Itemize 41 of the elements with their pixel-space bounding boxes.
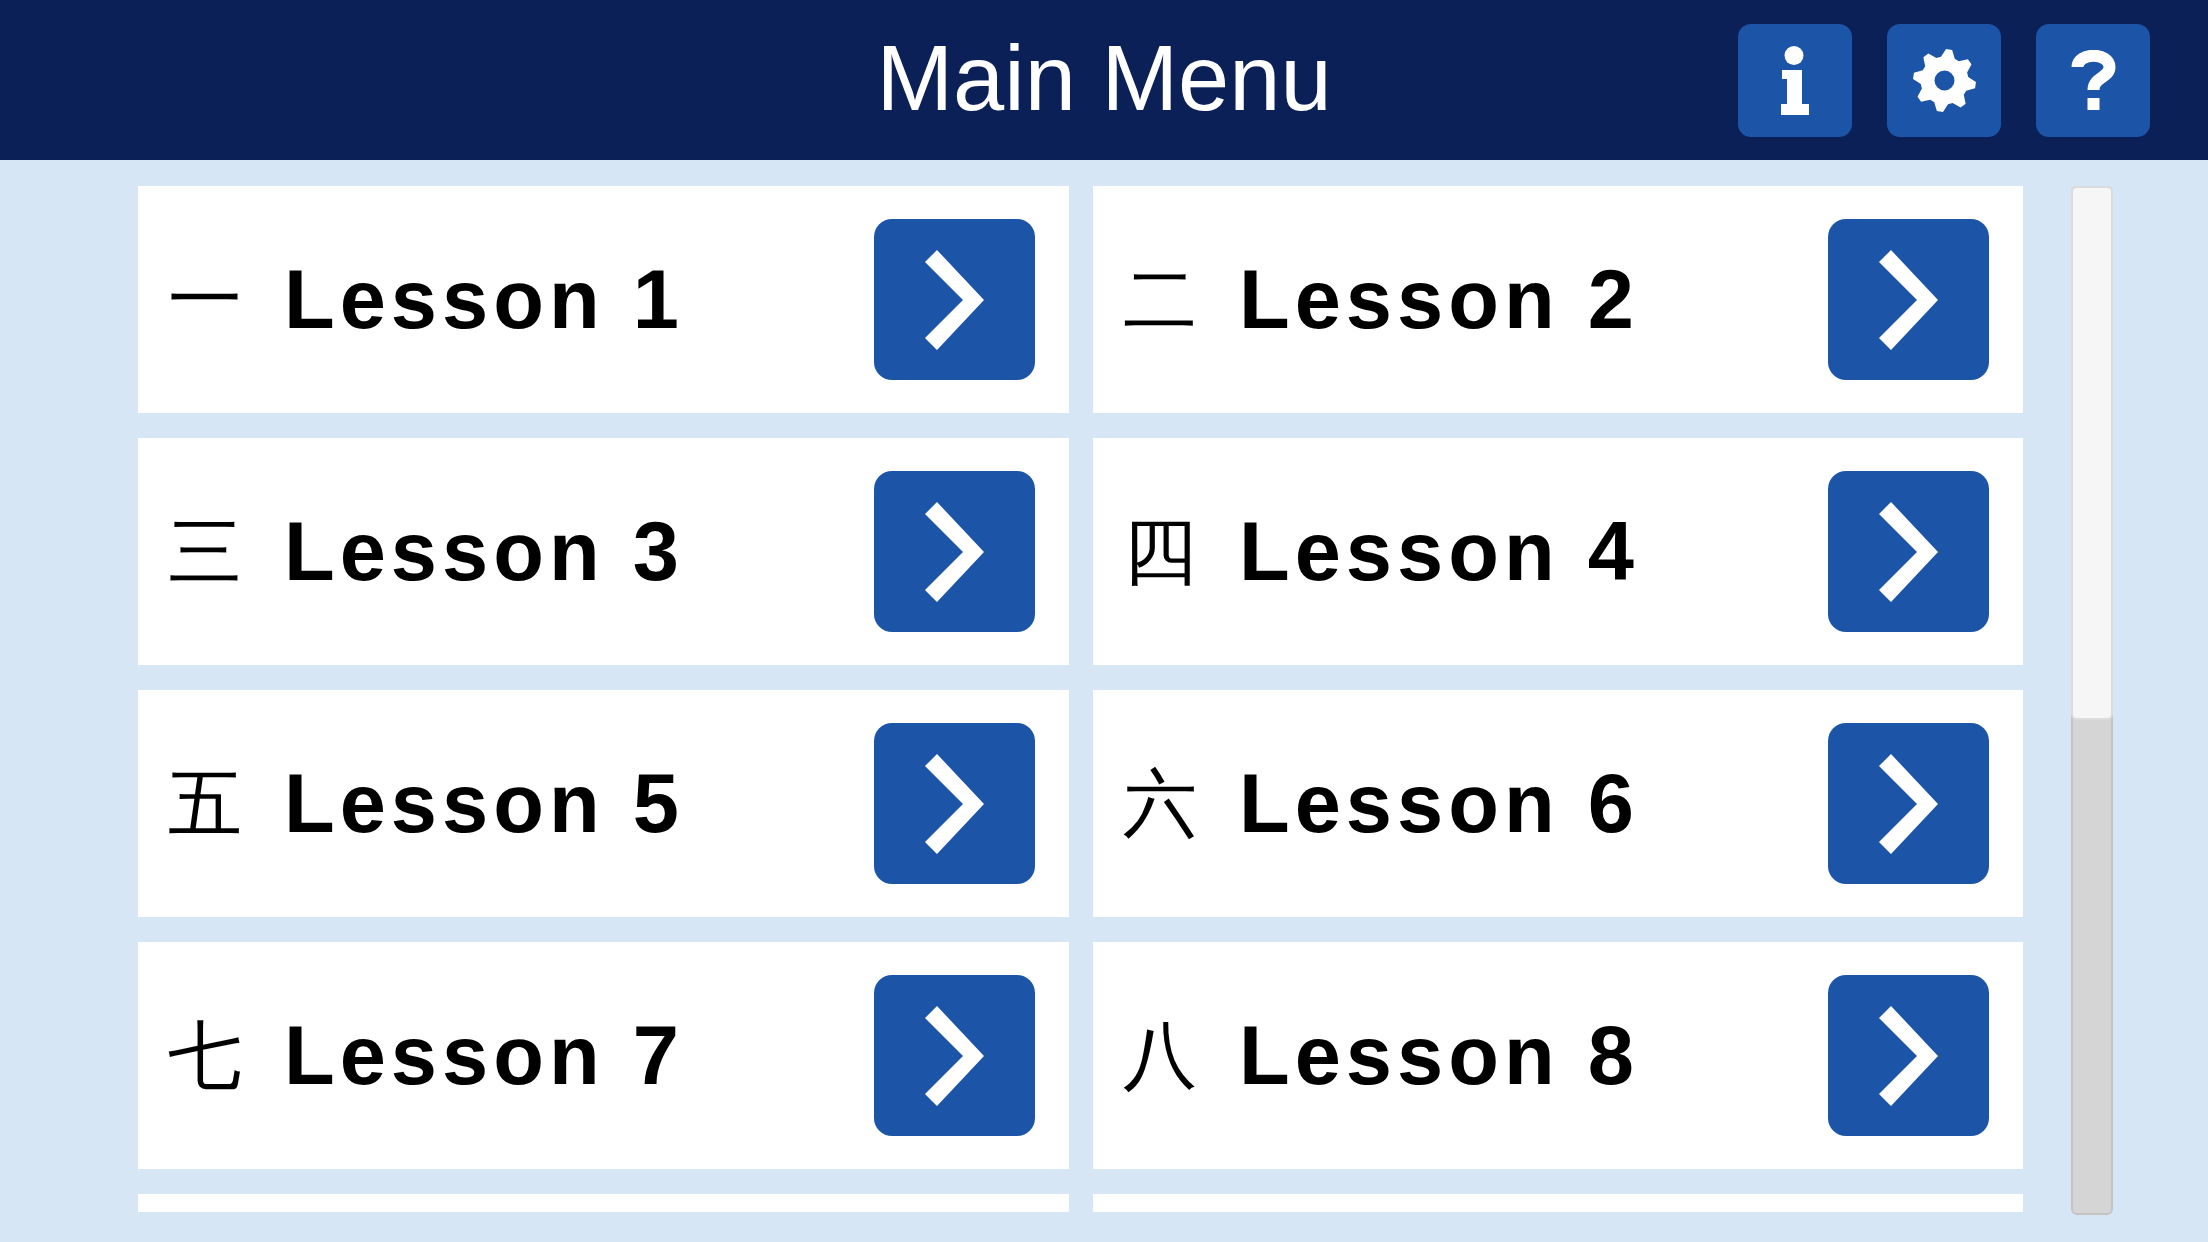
chevron-right-icon: [925, 1005, 984, 1106]
help-icon: [2070, 50, 2116, 110]
arrow-button[interactable]: [874, 975, 1035, 1136]
help-button[interactable]: [2036, 23, 2150, 137]
scrollbar-track[interactable]: [2071, 186, 2113, 1215]
lesson-numeral: 五: [168, 766, 242, 841]
lesson-numeral: 一: [168, 262, 242, 337]
arrow-button[interactable]: [1828, 219, 1989, 380]
arrow-button[interactable]: [874, 723, 1035, 884]
chevron-right-icon: [1879, 249, 1938, 350]
chevron-right-icon: [925, 249, 984, 350]
arrow-button[interactable]: [874, 471, 1035, 632]
lesson-numeral: 三: [168, 514, 242, 589]
lesson-title: Lesson 5: [284, 762, 684, 845]
lesson-title: Lesson 4: [1239, 510, 1639, 593]
chevron-right-icon: [1879, 501, 1938, 602]
lesson-numeral: 二: [1123, 262, 1197, 337]
settings-button[interactable]: [1887, 23, 2001, 137]
chevron-right-icon: [1879, 1005, 1938, 1106]
info-icon: [1781, 45, 1809, 115]
lesson-title: Lesson 6: [1239, 762, 1639, 845]
lesson-title: Lesson 8: [1239, 1014, 1639, 1097]
arrow-button[interactable]: [1828, 471, 1989, 632]
chevron-right-icon: [925, 753, 984, 854]
chevron-right-icon: [925, 501, 984, 602]
lesson-title: Lesson 7: [284, 1014, 684, 1097]
lesson-title: Lesson 3: [284, 510, 684, 593]
lesson-numeral: 六: [1123, 766, 1197, 841]
page-title: Main Menu: [876, 32, 1332, 128]
settings-icon: [1912, 48, 1976, 112]
arrow-button[interactable]: [874, 219, 1035, 380]
lesson-title: Lesson 2: [1239, 258, 1639, 341]
arrow-button[interactable]: [1828, 723, 1989, 884]
info-button[interactable]: [1738, 23, 1852, 137]
scrollbar-thumb[interactable]: [2071, 186, 2113, 720]
lesson-numeral: 八: [1123, 1018, 1197, 1093]
lesson-numeral: 七: [168, 1018, 242, 1093]
lesson-numeral: 四: [1123, 514, 1197, 589]
lesson-title: Lesson 1: [284, 258, 684, 341]
chevron-right-icon: [1879, 753, 1938, 854]
arrow-button[interactable]: [1828, 975, 1989, 1136]
